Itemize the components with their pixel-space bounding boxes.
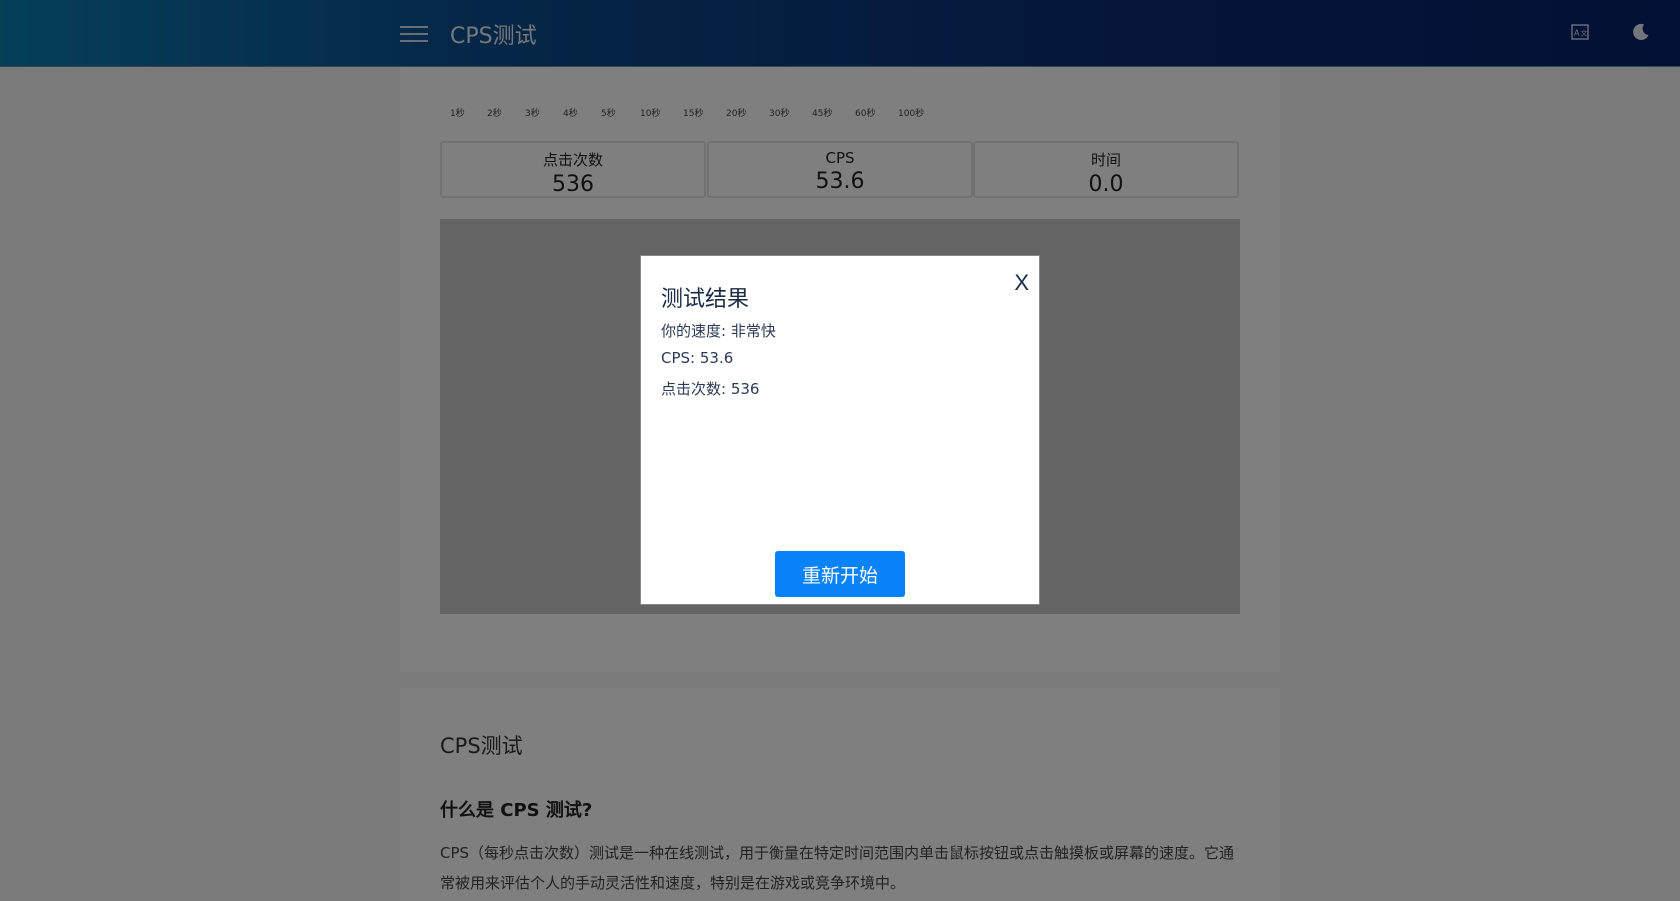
close-icon[interactable]: X [1014,270,1029,296]
modal-title: 测试结果 [661,287,750,312]
restart-button[interactable]: 重新开始 [775,551,905,597]
cps-result: CPS: 53.6 [661,349,734,367]
speed-result: 你的速度: 非常快 [661,322,776,340]
clicks-result: 点击次数: 536 [661,380,760,398]
result-modal: X 测试结果 你的速度: 非常快 CPS: 53.6 点击次数: 536 重新开… [640,255,1040,605]
